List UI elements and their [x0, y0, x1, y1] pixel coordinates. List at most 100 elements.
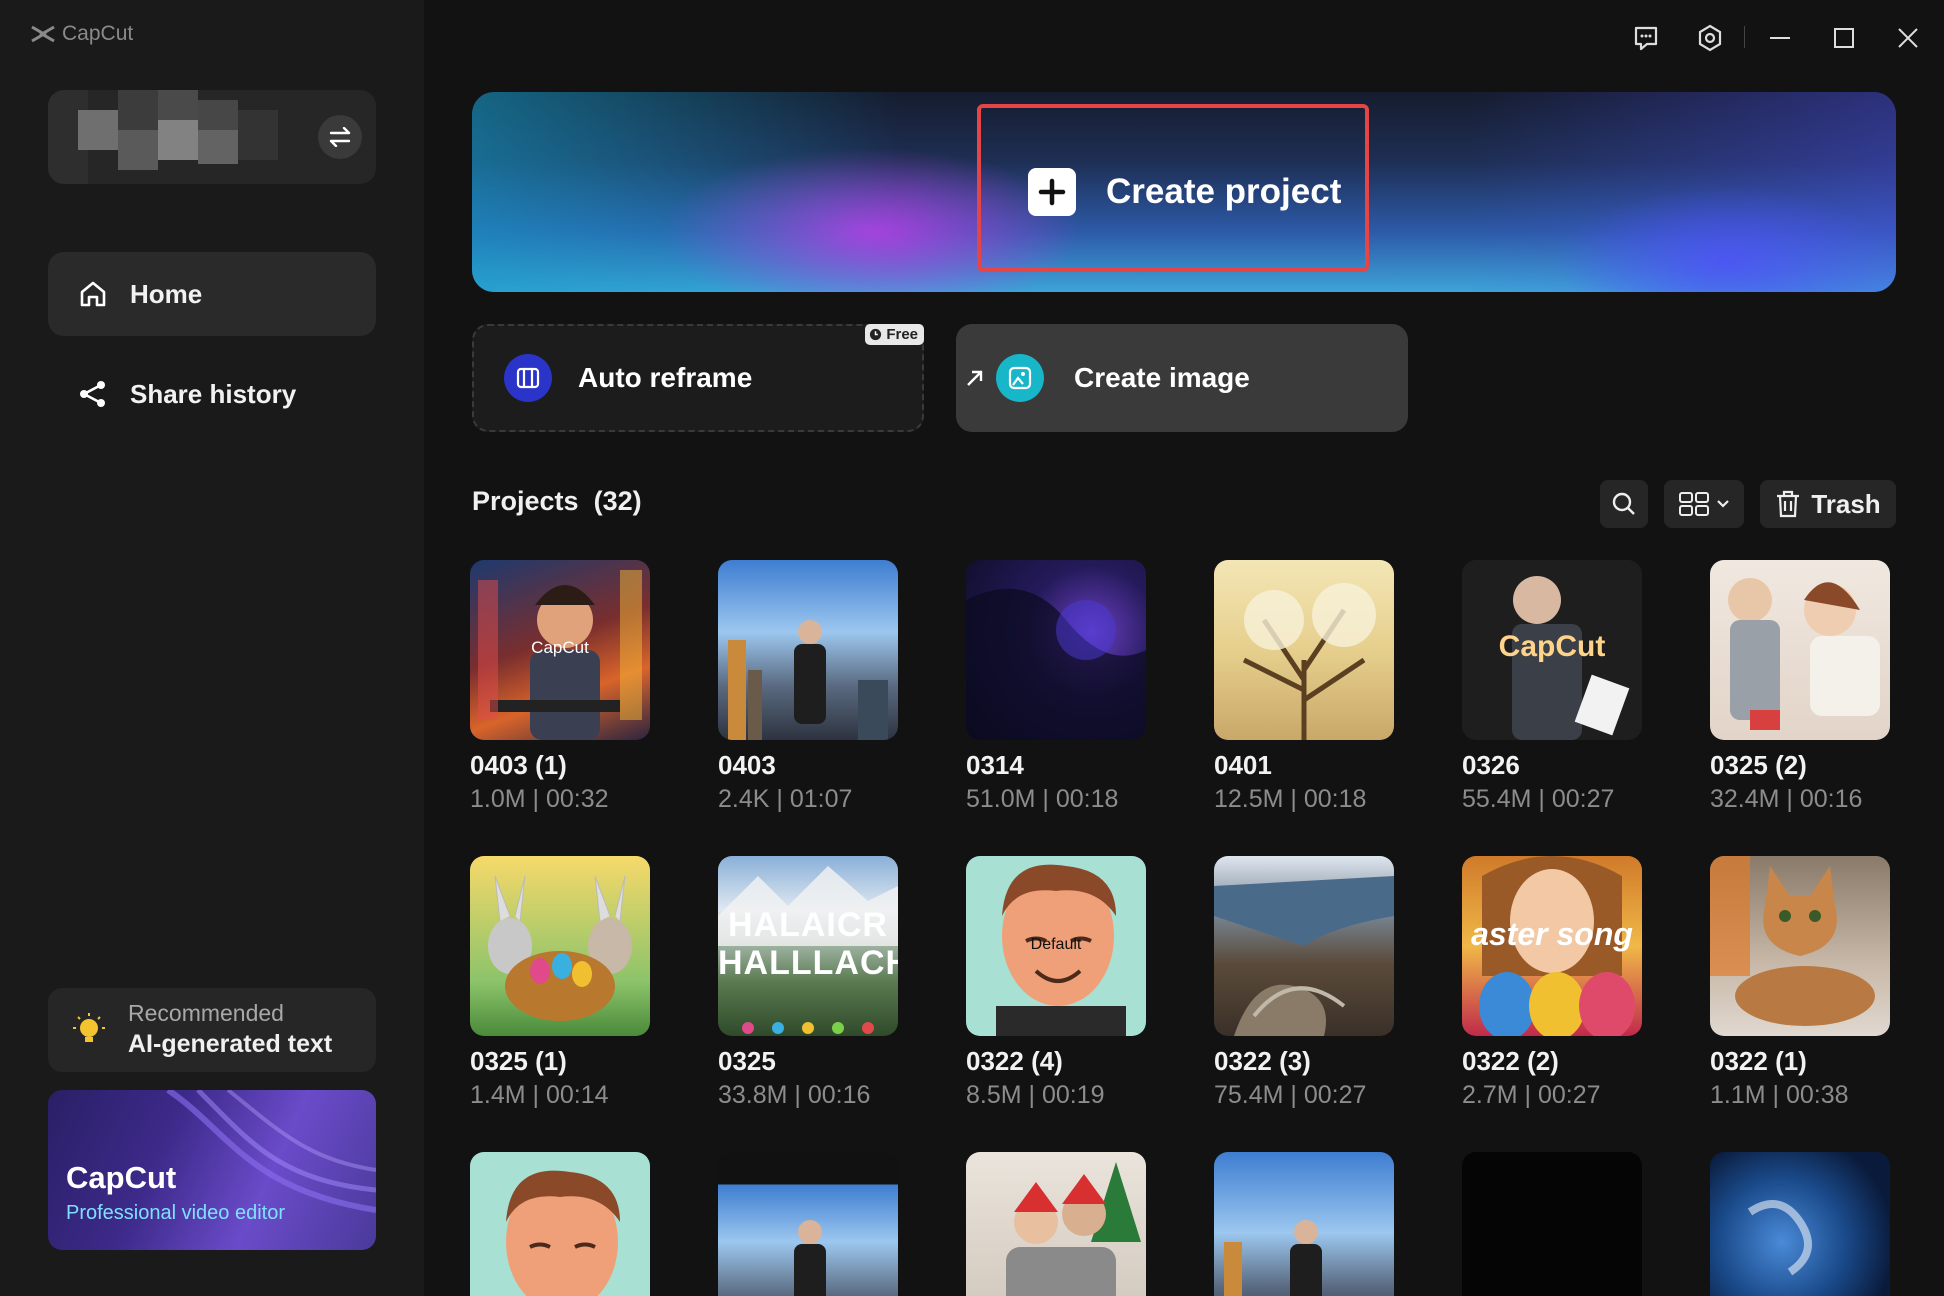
promo-banner[interactable]: CapCut Professional video editor [48, 1090, 376, 1250]
project-card[interactable] [966, 1152, 1146, 1296]
projects-heading: Projects (32) [472, 486, 642, 517]
thumbnail-watermark: HALAICR HALLLACH [718, 906, 898, 982]
project-name: 0325 [718, 1046, 776, 1076]
create-image-button[interactable]: Create image [956, 324, 1408, 432]
thumbnail-watermark: CapCut [1498, 630, 1606, 663]
minimize-button[interactable] [1760, 18, 1800, 58]
project-meta: 55.4M | 00:27 [1462, 785, 1615, 813]
project-card[interactable]: 0325 (1) 1.4M | 00:14 [470, 856, 650, 1110]
sidebar-item-label: Home [130, 278, 203, 309]
project-thumbnail [1710, 856, 1890, 1036]
project-meta: 33.8M | 00:16 [718, 1081, 871, 1109]
view-mode-dropdown[interactable] [1664, 480, 1744, 528]
share-icon [80, 381, 105, 407]
project-name: 0325 (2) [1710, 750, 1807, 780]
account-card[interactable] [48, 90, 376, 184]
project-meta: 1.1M | 00:38 [1710, 1081, 1849, 1109]
project-card[interactable] [718, 1152, 898, 1296]
project-card[interactable]: CapCut 0326 55.4M | 00:27 [1462, 560, 1642, 814]
promo-subtitle: Professional video editor [66, 1202, 286, 1224]
project-card[interactable]: 0322 (3) 75.4M | 00:27 [1214, 856, 1394, 1110]
project-name: 0314 [966, 750, 1024, 780]
trash-label: Trash [1811, 488, 1881, 519]
project-card[interactable]: CapCut 0403 (1) 1.0M | 00:32 [470, 560, 650, 814]
arrow-up-right-icon [967, 370, 983, 386]
switch-account-button[interactable] [318, 115, 362, 159]
project-card[interactable]: 0314 51.0M | 00:18 [966, 560, 1146, 814]
project-name: 0322 (4) [966, 1046, 1063, 1076]
minimize-icon [1770, 37, 1790, 39]
project-card[interactable]: HALAICR HALLLACH 0325 33.8M | 00:16 [718, 856, 898, 1110]
project-thumbnail: Default [966, 856, 1146, 1036]
home-icon [80, 281, 106, 307]
chevron-down-icon [1717, 500, 1729, 508]
project-card[interactable]: 0401 12.5M | 00:18 [1214, 560, 1394, 814]
project-name: 0322 (2) [1462, 1046, 1559, 1076]
thumbnail-watermark: aster song [1471, 916, 1633, 952]
close-button[interactable] [1888, 18, 1928, 58]
project-card[interactable] [1462, 1152, 1642, 1296]
maximize-button[interactable] [1824, 18, 1864, 58]
project-meta: 1.4M | 00:14 [470, 1081, 609, 1109]
grid-view-icon [1679, 492, 1709, 516]
recommended-title: AI-generated text [128, 1030, 333, 1058]
project-thumbnail [1710, 1152, 1890, 1296]
project-thumbnail [470, 856, 650, 1036]
project-card[interactable] [470, 1152, 650, 1296]
settings-button[interactable] [1690, 18, 1730, 58]
free-badge: Free [865, 324, 924, 345]
project-card[interactable]: Default 0322 (4) 8.5M | 00:19 [966, 856, 1146, 1110]
image-icon [996, 354, 1044, 402]
project-name: 0403 (1) [470, 750, 567, 780]
auto-reframe-button[interactable]: Auto reframe Free [472, 324, 924, 432]
create-project-button[interactable]: Create project [1028, 168, 1341, 216]
project-meta: 12.5M | 00:18 [1214, 785, 1367, 813]
projects-title: Projects [472, 486, 579, 516]
create-project-label: Create project [1106, 172, 1342, 211]
project-meta: 75.4M | 00:27 [1214, 1081, 1367, 1109]
project-thumbnail [1214, 856, 1394, 1036]
project-name: 0326 [1462, 750, 1520, 780]
project-thumbnail: CapCut [1462, 560, 1642, 740]
search-button[interactable] [1600, 480, 1648, 528]
sidebar-item-label: Share history [130, 378, 297, 409]
lightbulb-icon [73, 1013, 105, 1042]
project-name: 0322 (3) [1214, 1046, 1311, 1076]
project-thumbnail: HALAICR HALLLACH [718, 856, 898, 1036]
project-meta: 2.7M | 00:27 [1462, 1081, 1601, 1109]
project-card[interactable]: 0325 (2) 32.4M | 00:16 [1710, 560, 1890, 814]
free-badge-label: Free [886, 326, 918, 343]
project-meta: 8.5M | 00:19 [966, 1081, 1105, 1109]
project-thumbnail: CapCut [470, 560, 650, 740]
sidebar-item-share-history[interactable]: Share history [48, 352, 376, 436]
project-card[interactable]: aster song 0322 (2) 2.7M | 00:27 [1462, 856, 1642, 1110]
project-card[interactable] [1214, 1152, 1394, 1296]
trash-button[interactable]: Trash [1760, 480, 1896, 528]
close-icon [1898, 28, 1918, 48]
feedback-icon [1634, 26, 1658, 51]
projects-count: (32) [593, 486, 642, 516]
app-logo: CapCut [30, 22, 133, 46]
project-thumbnail [718, 1152, 898, 1296]
recommended-card[interactable]: Recommended AI-generated text [48, 988, 376, 1072]
project-thumbnail [718, 560, 898, 740]
plus-icon [1028, 168, 1076, 216]
clock-icon [870, 328, 882, 341]
project-thumbnail [1710, 560, 1890, 740]
app-logo-text: CapCut [62, 22, 134, 45]
feedback-button[interactable] [1626, 18, 1666, 58]
sidebar: CapCut Home Share history Recommended AI… [0, 0, 424, 1296]
project-thumbnail [1462, 1152, 1642, 1296]
project-thumbnail [470, 1152, 650, 1296]
project-thumbnail: aster song [1462, 856, 1642, 1036]
project-card[interactable]: 0322 (1) 1.1M | 00:38 [1710, 856, 1890, 1110]
titlebar-divider [1744, 26, 1745, 48]
capcut-logo-icon [31, 25, 55, 43]
project-thumbnail [966, 560, 1146, 740]
project-card[interactable]: 0403 2.4K | 01:07 [718, 560, 898, 814]
project-thumbnail [966, 1152, 1146, 1296]
sidebar-item-home[interactable]: Home [48, 252, 376, 336]
project-card[interactable] [1710, 1152, 1890, 1296]
project-name: 0401 [1214, 750, 1272, 780]
project-thumbnail [1214, 560, 1394, 740]
